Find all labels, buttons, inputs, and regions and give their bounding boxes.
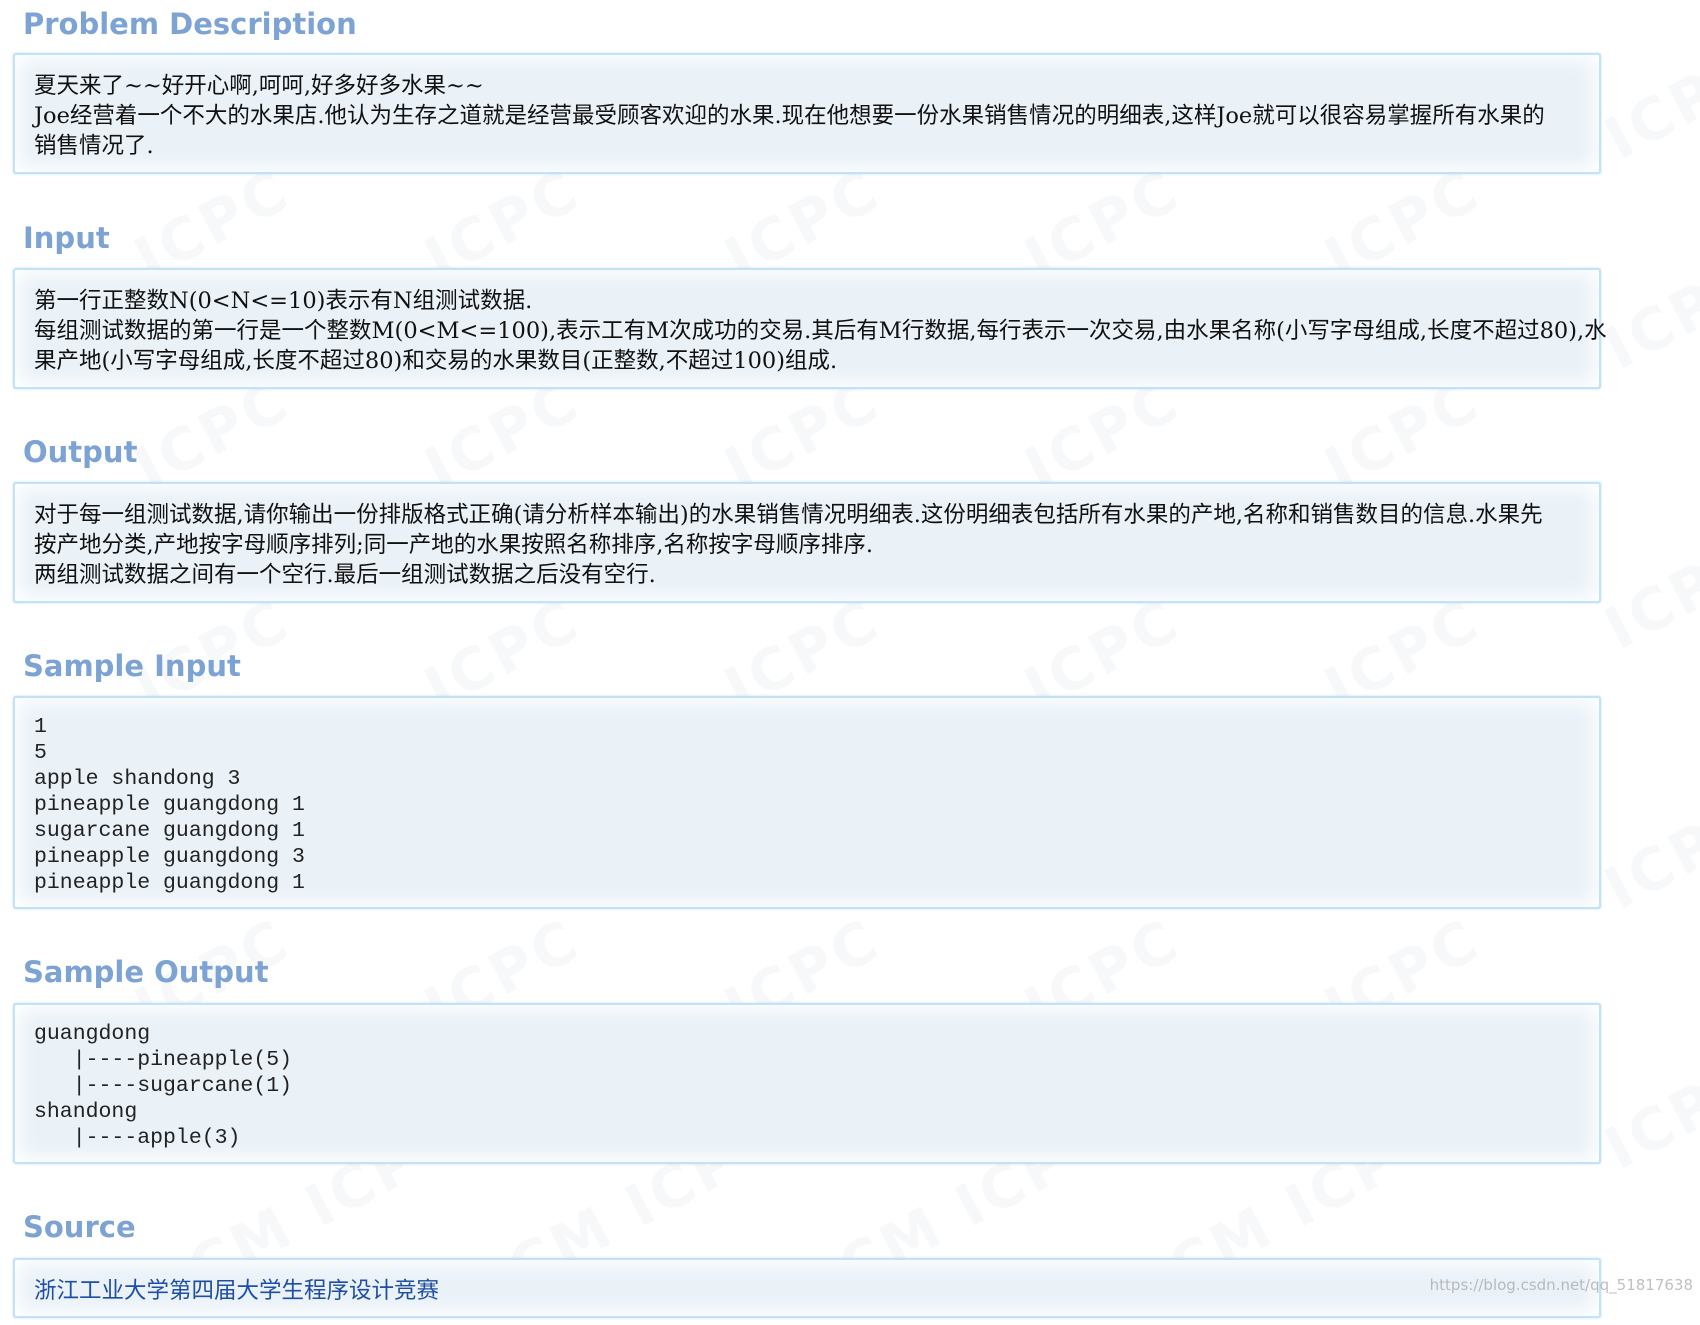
problem-description-panel: 夏天来了~~好开心啊,呵呵,好多好多水果~~ Joe经营着一个不大的水果店.他认… [13,53,1601,174]
input-panel: 第一行正整数N(0<N<=10)表示有N组测试数据. 每组测试数据的第一行是一个… [13,268,1607,389]
section-title-output: Output [23,435,138,469]
output-line: 两组测试数据之间有一个空行.最后一组测试数据之后没有空行. [34,562,656,588]
description-line: 夏天来了~~好开心啊,呵呵,好多好多水果~~ [34,73,484,99]
sample-output-line: |----pineapple(5) [34,1048,293,1072]
sample-output-line: shandong [34,1100,138,1124]
sample-input-line: sugarcane guangdong 1 [34,819,305,843]
input-line: 果产地(小写字母组成,长度不超过80)和交易的水果数目(正整数,不超过100)组… [34,348,838,374]
description-line: 销售情况了. [34,133,154,159]
section-title-sample-input: Sample Input [23,649,241,683]
sample-output-line: |----sugarcane(1) [34,1074,293,1098]
input-line: 第一行正整数N(0<N<=10)表示有N组测试数据. [34,288,533,314]
output-line: 对于每一组测试数据,请你输出一份排版格式正确(请分析样本输出)的水果销售情况明细… [34,502,1543,528]
sample-input-line: pineapple guangdong 3 [34,845,305,869]
sample-input-line: pineapple guangdong 1 [34,793,305,817]
sample-output-line: |----apple(3) [34,1126,241,1150]
section-title-input: Input [23,221,110,255]
sample-input-line: apple shandong 3 [34,767,241,791]
section-title-source: Source [23,1210,136,1244]
sample-input-line: pineapple guangdong 1 [34,871,305,895]
source-link[interactable]: 浙江工业大学第四届大学生程序设计竞赛 [34,1276,1581,1306]
sample-output-line: guangdong [34,1022,151,1046]
description-line: Joe经营着一个不大的水果店.他认为生存之道就是经营最受顾客欢迎的水果.现在他想… [34,103,1545,129]
sample-input-panel: 1 5 apple shandong 3 pineapple guangdong… [13,696,1601,909]
input-line: 每组测试数据的第一行是一个整数M(0<M<=100),表示工有M次成功的交易.其… [34,318,1607,344]
output-line: 按产地分类,产地按字母顺序排列;同一产地的水果按照名称排序,名称按字母顺序排序. [34,532,874,558]
sample-input-line: 1 [34,715,47,739]
output-panel: 对于每一组测试数据,请你输出一份排版格式正确(请分析样本输出)的水果销售情况明细… [13,482,1601,603]
sample-input-line: 5 [34,741,47,765]
sample-output-panel: guangdong |----pineapple(5) |----sugarca… [13,1003,1601,1164]
blog-credit-watermark: https://blog.csdn.net/qq_51817638 [1429,1276,1693,1294]
section-title-problem-description: Problem Description [23,7,357,41]
section-title-sample-output: Sample Output [23,955,269,989]
source-panel: 浙江工业大学第四届大学生程序设计竞赛 [13,1258,1601,1318]
